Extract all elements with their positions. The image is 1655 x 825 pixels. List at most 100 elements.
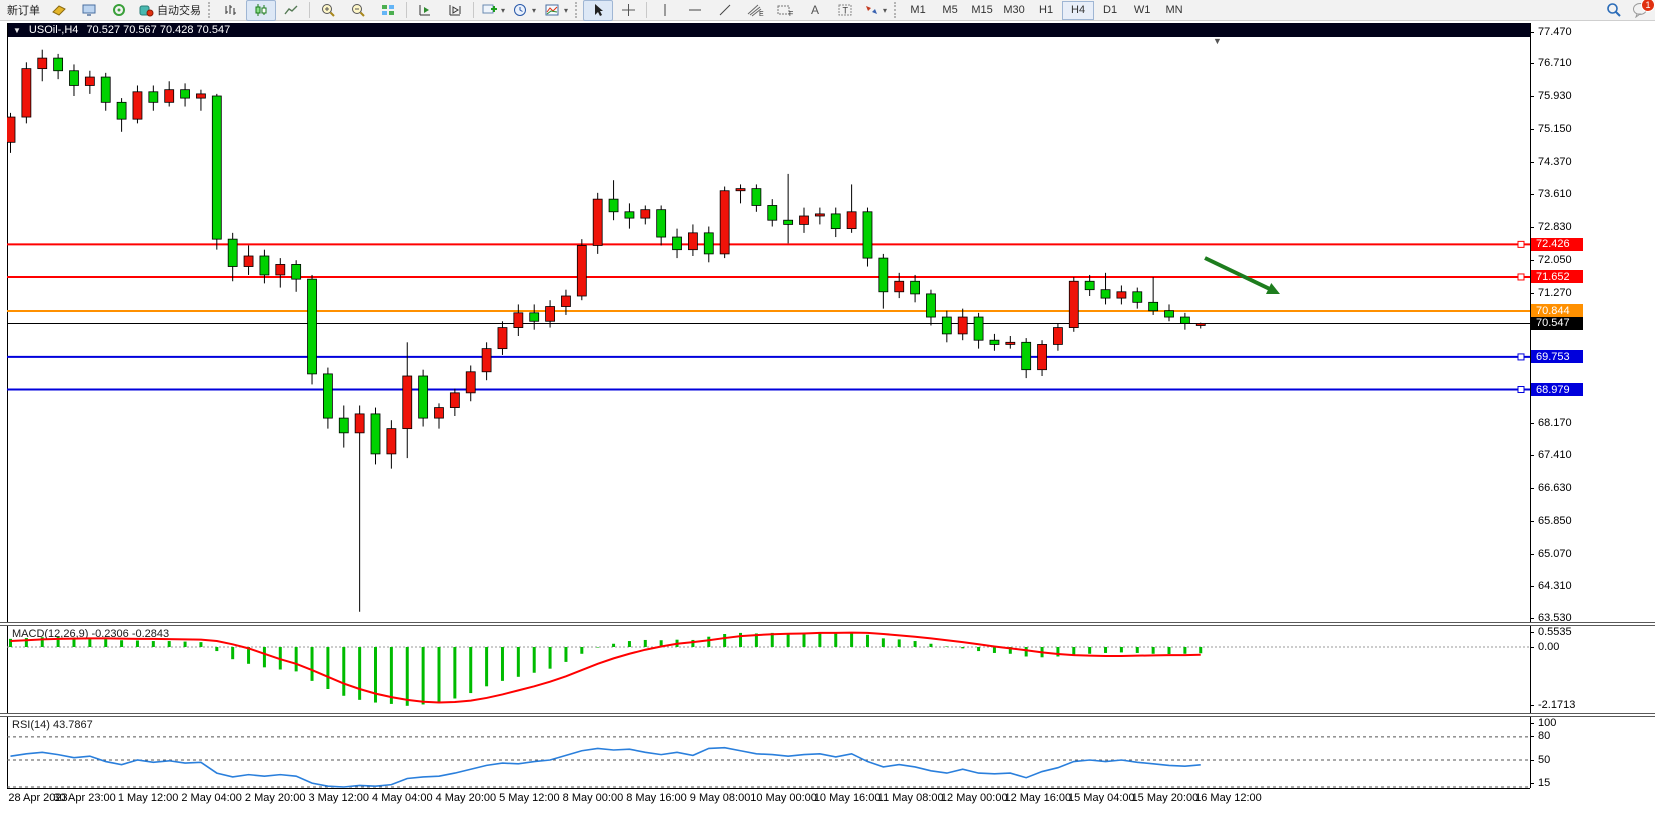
timeframe-button-M15[interactable]: M15 — [966, 1, 998, 20]
candle-body — [419, 376, 428, 418]
level-line-handle[interactable] — [1518, 274, 1524, 280]
rsi-line — [11, 748, 1201, 787]
timeframe-button-D1[interactable]: D1 — [1094, 1, 1126, 20]
tile-windows-icon — [380, 3, 396, 17]
macd-pane[interactable] — [7, 626, 1530, 713]
trend-arrow-annotation[interactable] — [1205, 258, 1274, 291]
text-label-tool-button[interactable]: T — [830, 0, 860, 21]
periods-button[interactable]: ▾ — [509, 0, 540, 21]
crosshair-tool-button[interactable] — [613, 0, 643, 21]
autotrading-button[interactable]: 自动交易 — [134, 0, 205, 21]
rsi-axis-tick — [1530, 760, 1534, 761]
price-axis-label: 65.070 — [1538, 548, 1572, 560]
candle-body — [7, 117, 15, 142]
candle-body — [688, 233, 697, 250]
price-axis-line[interactable] — [1530, 23, 1531, 788]
time-axis-label: 10 May 16:00 — [814, 792, 881, 804]
candle-body — [466, 372, 475, 393]
price-axis-label: 74.370 — [1538, 156, 1572, 168]
candle-body — [117, 102, 126, 119]
search-icon[interactable] — [1606, 2, 1622, 18]
svg-text:E: E — [759, 11, 764, 17]
text-tool-button[interactable]: A — [800, 0, 830, 21]
cursor-tool-button[interactable] — [583, 0, 613, 21]
line-chart-button[interactable] — [276, 0, 306, 21]
bar-chart-button[interactable] — [216, 0, 246, 21]
timeframe-button-M5[interactable]: M5 — [934, 1, 966, 20]
level-line-handle[interactable] — [1518, 387, 1524, 393]
candle-body — [403, 376, 412, 429]
channel-tool-button[interactable]: F — [770, 0, 800, 21]
autotrading-icon — [138, 3, 154, 17]
vertical-line-tool-button[interactable] — [650, 0, 680, 21]
candle-body — [609, 199, 618, 212]
chart-shift-button[interactable] — [440, 0, 470, 21]
vertical-line-icon — [660, 3, 670, 17]
candle-body — [323, 374, 332, 418]
time-axis-label: 3 May 12:00 — [308, 792, 369, 804]
candle-body — [133, 92, 142, 119]
level-line-handle[interactable] — [1518, 241, 1524, 247]
order-tag-icon — [51, 3, 67, 17]
text-label-icon: T — [837, 3, 853, 17]
zoom-out-button[interactable] — [343, 0, 373, 21]
candle-body — [895, 281, 904, 292]
cursor-icon — [592, 3, 604, 17]
price-axis-tick — [1530, 455, 1534, 456]
text-tool-icon: A — [811, 3, 819, 17]
time-axis-label: 10 May 00:00 — [750, 792, 817, 804]
templates-button[interactable]: ▾ — [540, 0, 572, 21]
rsi-pane[interactable] — [7, 717, 1530, 788]
main-chart-pane[interactable] — [7, 24, 1530, 622]
periods-clock-icon — [513, 3, 528, 17]
time-axis-label: 2 May 04:00 — [181, 792, 242, 804]
time-axis-label: 2 May 20:00 — [245, 792, 306, 804]
zoom-in-button[interactable] — [313, 0, 343, 21]
horizontal-line-tool-button[interactable] — [680, 0, 710, 21]
fibonacci-tool-button[interactable]: E — [740, 0, 770, 21]
indicators-button[interactable]: ▾ — [477, 0, 509, 21]
candle-body — [625, 212, 634, 218]
crosshair-icon — [621, 3, 636, 17]
price-axis-label: 63.530 — [1538, 612, 1572, 624]
candlestick-chart-icon — [253, 3, 269, 17]
new-order-label: 新订单 — [7, 2, 40, 18]
arrows-tool-button[interactable]: ▾ — [860, 0, 891, 21]
toolbar-separator — [309, 2, 310, 18]
order-tag-button[interactable] — [44, 0, 74, 21]
timeframe-button-W1[interactable]: W1 — [1126, 1, 1158, 20]
price-axis-tick — [1530, 96, 1534, 97]
candle-body — [22, 69, 31, 117]
price-axis-tick — [1530, 32, 1534, 33]
time-axis-label: 15 May 04:00 — [1068, 792, 1135, 804]
candlestick-chart-button[interactable] — [246, 0, 276, 21]
navigator-button[interactable] — [104, 0, 134, 21]
timeframe-button-MN[interactable]: MN — [1158, 1, 1190, 20]
auto-scroll-button[interactable] — [410, 0, 440, 21]
timeframe-button-M1[interactable]: M1 — [902, 1, 934, 20]
price-axis-tick — [1530, 423, 1534, 424]
price-badge-72.426: 72.426 — [1531, 238, 1583, 251]
candle-body — [863, 212, 872, 258]
candlesticks — [7, 50, 1205, 612]
time-axis-label: 5 May 12:00 — [499, 792, 560, 804]
timeframe-button-M30[interactable]: M30 — [998, 1, 1030, 20]
candle-body — [990, 340, 999, 344]
candle-body — [1180, 317, 1189, 323]
notifications-icon[interactable]: 1 — [1632, 2, 1649, 18]
market-watch-icon — [81, 3, 97, 17]
timeframe-button-H1[interactable]: H1 — [1030, 1, 1062, 20]
candle-body — [434, 408, 443, 419]
new-order-button[interactable]: 新订单 — [3, 0, 44, 21]
level-line-handle[interactable] — [1518, 354, 1524, 360]
candle-body — [561, 296, 570, 307]
timeframe-group: M1M5M15M30H1H4D1W1MN — [902, 1, 1190, 20]
time-axis-label: 12 May 00:00 — [941, 792, 1008, 804]
candle-body — [450, 393, 459, 408]
trendline-tool-button[interactable] — [710, 0, 740, 21]
candle-body — [1038, 344, 1047, 369]
market-watch-button[interactable] — [74, 0, 104, 21]
tile-windows-button[interactable] — [373, 0, 403, 21]
timeframe-button-H4[interactable]: H4 — [1062, 1, 1094, 20]
candle-body — [165, 90, 174, 103]
